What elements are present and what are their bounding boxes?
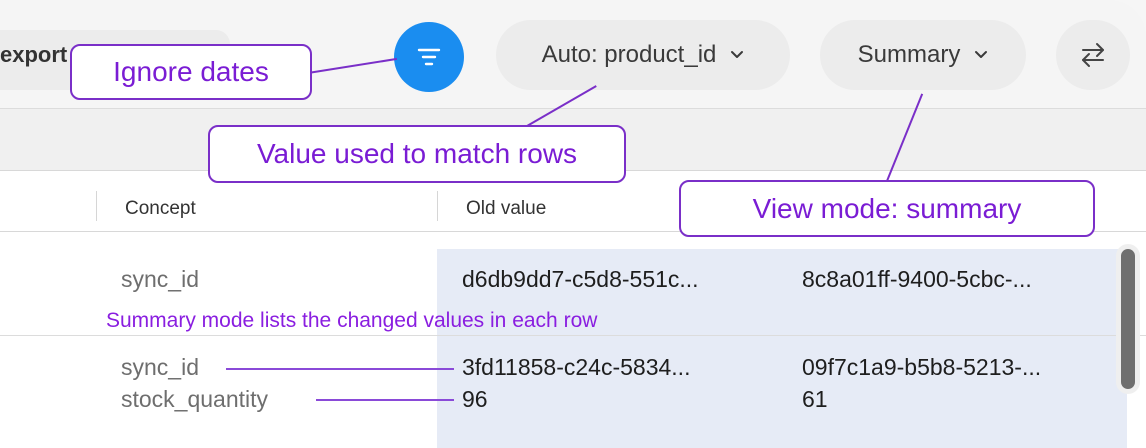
export-label: export (0, 42, 68, 67)
callout-view-mode-text: View mode: summary (752, 192, 1022, 224)
column-separator (437, 191, 438, 221)
view-mode-label: Summary (857, 41, 961, 68)
filter-button[interactable] (394, 22, 464, 92)
callout-ignore-dates-text: Ignore dates (113, 56, 269, 87)
column-header-concept[interactable]: Concept (125, 198, 196, 220)
summary-mode-note: Summary mode lists the changed values in… (106, 309, 598, 332)
filter-icon (417, 48, 441, 66)
swap-button[interactable] (1056, 20, 1130, 90)
swap-arrows-icon (1082, 43, 1104, 67)
column-header-old-value[interactable]: Old value (466, 198, 546, 220)
vertical-scrollbar[interactable] (1116, 244, 1140, 394)
row-divider (0, 335, 1146, 336)
annotation-connector (226, 368, 454, 370)
match-key-dropdown[interactable]: Auto: product_id (496, 20, 790, 90)
chevron-down-icon (731, 51, 744, 58)
match-key-label: Auto: product_id (541, 41, 717, 68)
app-window: export Auto: product_id Summary Concept … (0, 0, 1146, 448)
row-1-old-value: d6db9dd7-c5d8-551c... (462, 266, 699, 292)
row-2-concept-1: sync_id (121, 354, 199, 380)
window-content: export Auto: product_id Summary Concept … (0, 0, 1146, 448)
annotation-connector (316, 399, 454, 401)
callout-match-rows-text: Value used to match rows (256, 138, 578, 169)
callout-ignore-dates: Ignore dates (70, 44, 312, 100)
view-mode-dropdown[interactable]: Summary (820, 20, 1026, 90)
callout-match-rows: Value used to match rows (208, 125, 626, 183)
row-2-new-value-2: 61 (802, 386, 828, 412)
chevron-down-icon (975, 51, 988, 58)
row-2-old-value-2: 96 (462, 386, 488, 412)
row-2-concept-2: stock_quantity (121, 386, 269, 412)
column-separator (96, 191, 97, 221)
callout-view-mode: View mode: summary (679, 180, 1095, 237)
row-2-old-value-1: 3fd11858-c24c-5834... (462, 354, 691, 380)
row-1-new-value: 8c8a01ff-9400-5cbc-... (802, 266, 1032, 292)
row-1-concept: sync_id (121, 266, 199, 292)
row-2-new-value-1: 09f7c1a9-b5b8-5213-... (802, 354, 1042, 380)
